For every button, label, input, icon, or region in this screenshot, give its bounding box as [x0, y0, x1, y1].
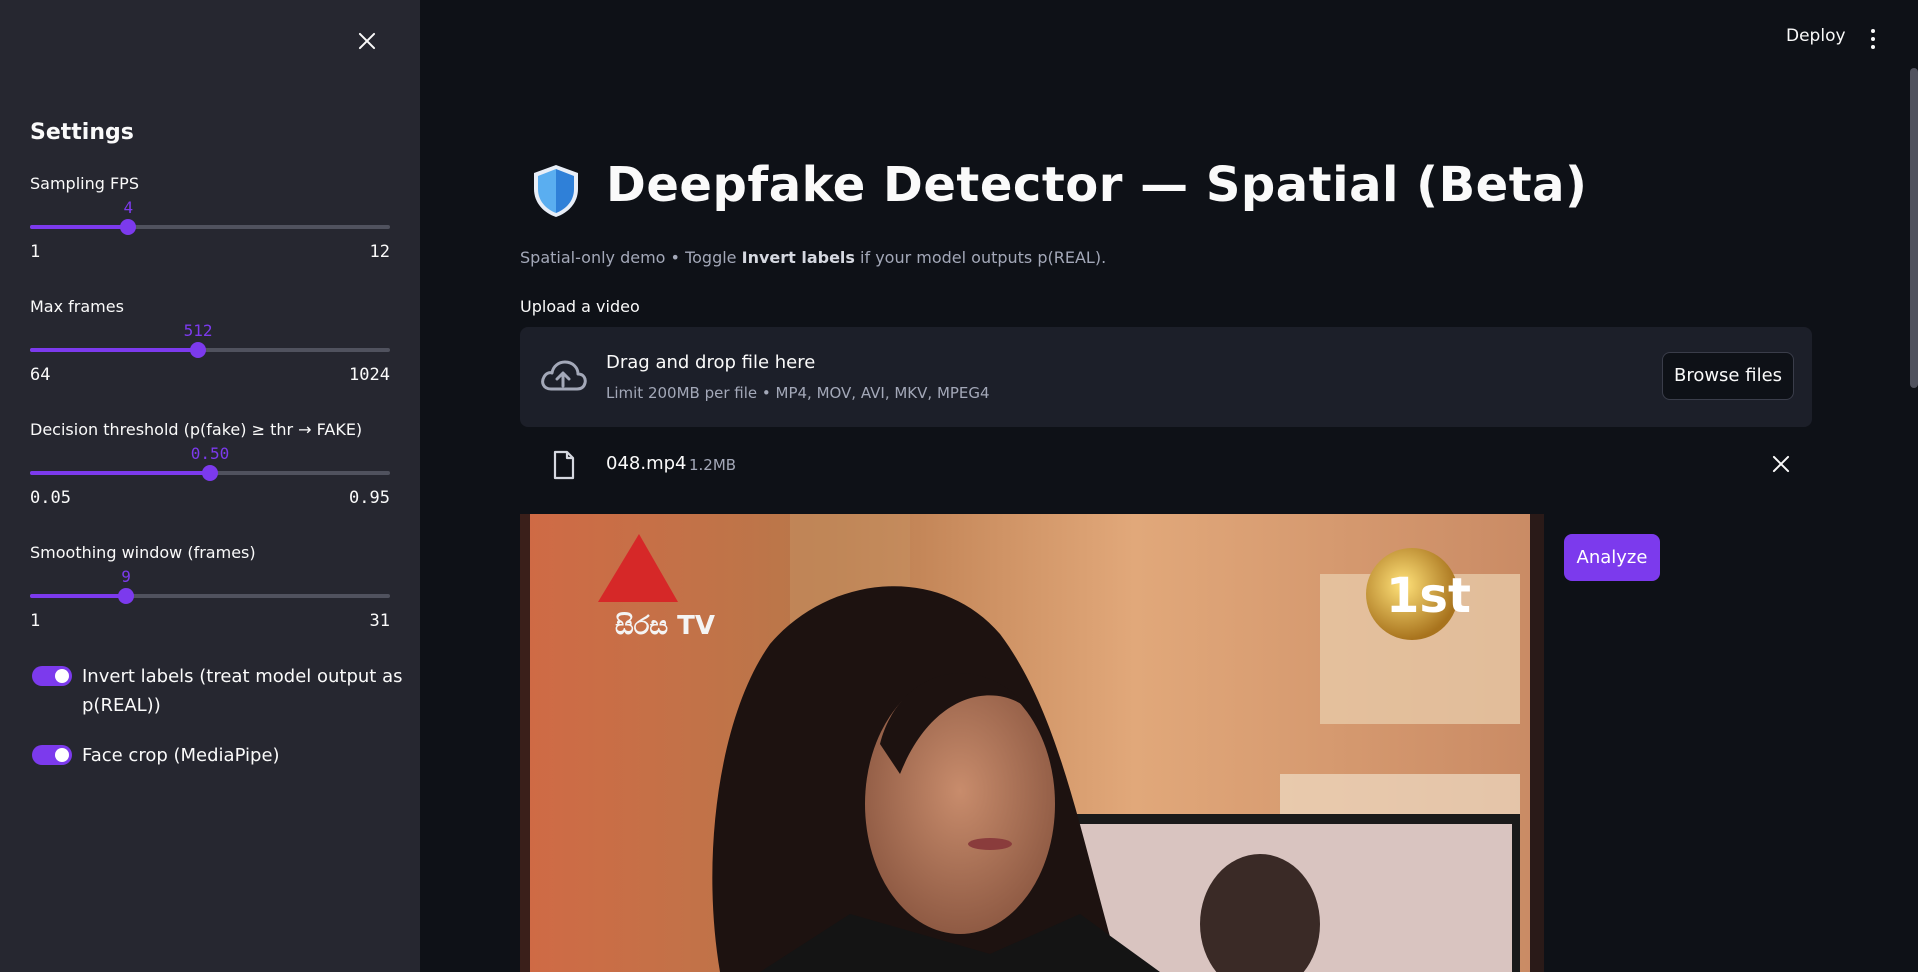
menu-dot	[1871, 37, 1875, 41]
scrollbar[interactable]	[1910, 68, 1918, 388]
toggle-switch[interactable]	[32, 666, 72, 686]
toggle-knob	[55, 748, 69, 762]
slider-track[interactable]	[30, 465, 390, 481]
subtitle-text: Spatial-only demo • Toggle	[520, 248, 742, 267]
slider-min: 64	[30, 365, 51, 385]
slider-value: 0.50	[190, 444, 230, 463]
remove-file-icon[interactable]	[1766, 449, 1796, 479]
slider-decision-threshold[interactable]: Decision threshold (p(fake) ≥ thr → FAKE…	[30, 420, 390, 520]
slider-sampling-fps[interactable]: Sampling FPS 4 1 12	[30, 174, 390, 274]
page-title: Deepfake Detector — Spatial (Beta)	[606, 157, 1588, 213]
toggle-invert-labels[interactable]: Invert labels (treat model output as p(R…	[32, 662, 403, 722]
slider-thumb[interactable]	[120, 219, 137, 235]
slider-thumb[interactable]	[202, 465, 218, 481]
toggle-knob	[55, 669, 69, 683]
slider-track[interactable]	[30, 588, 390, 604]
channel-logo-text: සිරස TV	[615, 611, 715, 641]
toggle-label: Face crop (MediaPipe)	[82, 745, 280, 766]
upload-label: Upload a video	[520, 297, 640, 316]
toggle-label: Invert labels (treat model output as p(R…	[82, 666, 403, 716]
toggle-switch[interactable]	[32, 745, 72, 765]
shield-icon	[534, 165, 578, 217]
page-subtitle: Spatial-only demo • Toggle Invert labels…	[520, 248, 1106, 267]
slider-value: 4	[123, 198, 134, 217]
slider-min: 0.05	[30, 488, 71, 508]
slider-value: 9	[121, 567, 131, 586]
sidebar: Settings Sampling FPS 4 1 12 Max frames …	[0, 0, 420, 972]
slider-fill	[30, 471, 210, 475]
slider-max: 31	[369, 611, 390, 631]
dropzone-main-text: Drag and drop file here	[606, 352, 816, 373]
file-dropzone[interactable]: Drag and drop file here Limit 200MB per …	[520, 327, 1812, 427]
uploaded-file-size: 1.2MB	[689, 456, 737, 474]
toggle-face-crop[interactable]: Face crop (MediaPipe)	[32, 741, 402, 771]
slider-track[interactable]	[30, 342, 390, 358]
slider-fill	[30, 594, 127, 598]
analyze-button[interactable]: Analyze	[1564, 534, 1660, 581]
news-logo-text: 1st	[1386, 568, 1471, 624]
slider-fill	[30, 348, 199, 352]
slider-value: 512	[183, 321, 213, 340]
uploaded-file-name: 048.mp4	[606, 453, 687, 474]
close-icon[interactable]	[352, 26, 382, 56]
video-player[interactable]: සිරස TV 1st	[520, 514, 1544, 972]
slider-label: Smoothing window (frames)	[30, 543, 256, 562]
slider-max: 1024	[349, 365, 390, 385]
dropzone-limit-text: Limit 200MB per file • MP4, MOV, AVI, MK…	[606, 384, 990, 402]
file-icon	[553, 450, 575, 480]
more-vert-icon[interactable]	[1863, 26, 1883, 52]
deploy-button[interactable]: Deploy	[1786, 26, 1846, 46]
slider-thumb[interactable]	[118, 588, 135, 604]
slider-fill	[30, 225, 129, 229]
slider-max: 12	[369, 242, 390, 262]
slider-track[interactable]	[30, 219, 390, 235]
slider-smoothing-window[interactable]: Smoothing window (frames) 9 1 31	[30, 543, 390, 643]
sidebar-title: Settings	[30, 120, 134, 145]
slider-label: Sampling FPS	[30, 174, 139, 193]
slider-max: 0.95	[349, 488, 390, 508]
menu-dot	[1871, 45, 1875, 49]
cloud-upload-icon	[541, 360, 587, 391]
slider-thumb[interactable]	[190, 342, 207, 358]
slider-max-frames[interactable]: Max frames 512 64 1024	[30, 297, 390, 397]
slider-min: 1	[30, 611, 41, 631]
subtitle-text: if your model outputs p(REAL).	[854, 248, 1107, 267]
video-frame-image: සිරස TV 1st	[520, 514, 1544, 972]
browse-files-button[interactable]: Browse files	[1662, 352, 1794, 400]
slider-label: Decision threshold (p(fake) ≥ thr → FAKE…	[30, 420, 363, 439]
menu-dot	[1871, 29, 1875, 33]
slider-label: Max frames	[30, 297, 124, 316]
slider-min: 1	[30, 242, 41, 262]
subtitle-bold: Invert labels	[741, 248, 855, 267]
